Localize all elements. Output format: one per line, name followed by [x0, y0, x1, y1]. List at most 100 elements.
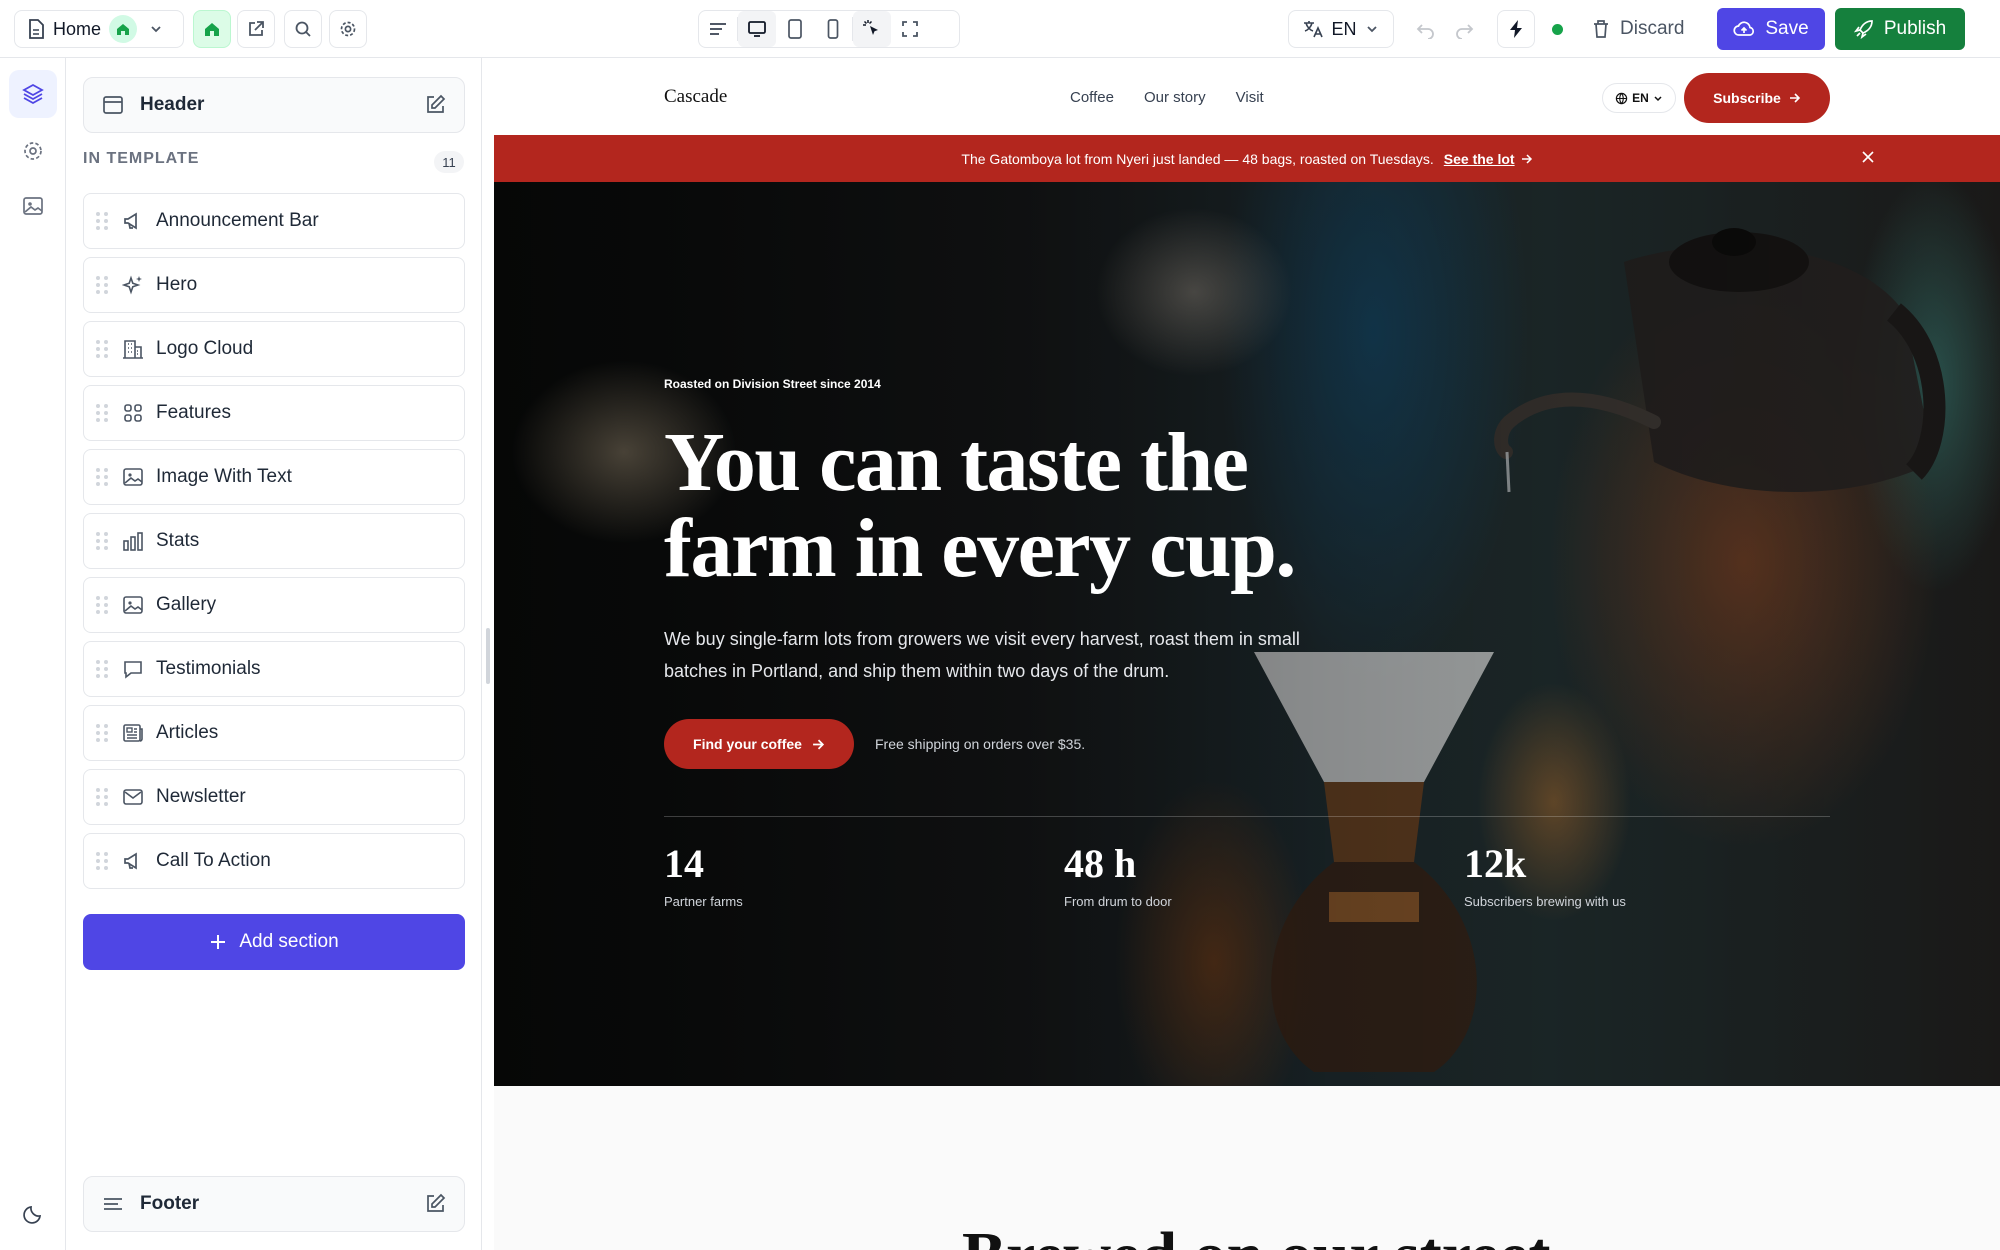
section-item-logo-cloud[interactable]: Logo Cloud: [83, 321, 465, 377]
shipping-note: Free shipping on orders over $35.: [875, 736, 1086, 752]
footer-label: Footer: [140, 1193, 200, 1214]
section-label: Articles: [156, 722, 219, 743]
section-item-testimonials[interactable]: Testimonials: [83, 641, 465, 697]
lightning-icon: [1510, 20, 1522, 38]
search-button[interactable]: [284, 10, 322, 48]
header-group[interactable]: Header: [83, 77, 465, 133]
drag-handle-icon[interactable]: [96, 659, 110, 679]
redo-icon: [1456, 24, 1474, 39]
section-item-image-with-text[interactable]: Image With Text: [83, 449, 465, 505]
stat-label: Subscribers brewing with us: [1464, 894, 1626, 909]
section-item-announcement-bar[interactable]: Announcement Bar: [83, 193, 465, 249]
sections-tab[interactable]: [9, 70, 57, 118]
announcement-link[interactable]: See the lot: [1444, 151, 1515, 167]
moon-icon: [23, 1206, 41, 1224]
redo-button[interactable]: [1448, 14, 1480, 46]
home-icon: [117, 24, 130, 35]
theme-settings-tab[interactable]: [9, 127, 57, 175]
site-logo[interactable]: Cascade: [664, 86, 727, 108]
edit-icon[interactable]: [424, 1193, 446, 1215]
text-align-icon: [710, 23, 726, 35]
page-icon: [29, 19, 44, 39]
hero-eyebrow: Roasted on Division Street since 2014: [664, 377, 881, 391]
newspaper-icon: [123, 724, 143, 742]
drag-handle-icon[interactable]: [96, 531, 110, 551]
section-item-features[interactable]: Features: [83, 385, 465, 441]
fullscreen-button[interactable]: [891, 11, 929, 47]
status-dot: [1552, 24, 1563, 35]
nav-link-our-story[interactable]: Our story: [1144, 89, 1206, 106]
drag-handle-icon[interactable]: [96, 339, 110, 359]
site-nav: Coffee Our story Visit: [1070, 89, 1264, 106]
drag-handle-icon[interactable]: [96, 467, 110, 487]
undo-icon: [1416, 24, 1434, 39]
desktop-view-button[interactable]: [738, 11, 776, 47]
section-item-newsletter[interactable]: Newsletter: [83, 769, 465, 825]
hero-title-line: You can taste the: [664, 416, 1249, 509]
external-link-icon: [249, 21, 264, 36]
section-label: Logo Cloud: [156, 338, 254, 359]
search-icon: [295, 21, 311, 37]
home-page-button[interactable]: [193, 10, 231, 48]
subscribe-button[interactable]: Subscribe: [1684, 73, 1830, 123]
hero-title: You can taste the farm in every cup.: [664, 420, 1564, 592]
section-item-stats[interactable]: Stats: [83, 513, 465, 569]
save-button[interactable]: Save: [1717, 8, 1825, 50]
stat-label: Partner farms: [664, 894, 743, 909]
publish-button[interactable]: Publish: [1835, 8, 1965, 50]
grid-icon: [124, 404, 142, 422]
nav-link-coffee[interactable]: Coffee: [1070, 89, 1114, 106]
settings-button[interactable]: [329, 10, 367, 48]
panel-resize-handle[interactable]: [486, 628, 490, 684]
desktop-icon: [748, 21, 766, 37]
drag-handle-icon[interactable]: [96, 211, 110, 231]
site-language-selector[interactable]: EN: [1602, 83, 1676, 113]
sparkles-icon: [122, 275, 142, 295]
footer-group[interactable]: Footer: [83, 1176, 465, 1232]
language-selector[interactable]: EN: [1288, 10, 1394, 48]
section-label: Gallery: [156, 594, 217, 615]
close-icon[interactable]: [1860, 149, 1876, 165]
drag-handle-icon[interactable]: [96, 787, 110, 807]
interact-mode-button[interactable]: [853, 11, 891, 47]
media-tab[interactable]: [9, 182, 57, 230]
section-item-hero[interactable]: Hero: [83, 257, 465, 313]
section-item-articles[interactable]: Articles: [83, 705, 465, 761]
add-section-button[interactable]: Add section: [83, 914, 465, 970]
sections-panel: Header IN TEMPLATE 11 Announcement Bar H…: [66, 58, 482, 1250]
section-item-gallery[interactable]: Gallery: [83, 577, 465, 633]
trash-icon: [1594, 20, 1608, 38]
discard-button[interactable]: Discard: [1592, 10, 1684, 48]
page-selector[interactable]: Home: [14, 10, 184, 48]
find-coffee-button[interactable]: Find your coffee: [664, 719, 854, 769]
editor-toolbar: Home EN Discard Save Publish: [0, 0, 2000, 58]
mobile-view-button[interactable]: [814, 11, 852, 47]
translate-icon: [1304, 21, 1324, 38]
open-external-button[interactable]: [237, 10, 275, 48]
mobile-icon: [827, 19, 839, 39]
section-label: Features: [156, 402, 231, 423]
drag-handle-icon[interactable]: [96, 275, 110, 295]
drag-handle-icon[interactable]: [96, 403, 110, 423]
home-icon: [205, 23, 219, 36]
outline-toggle[interactable]: [699, 11, 737, 47]
nav-link-visit[interactable]: Visit: [1236, 89, 1264, 106]
undo-button[interactable]: [1410, 14, 1442, 46]
announcement-text: The Gatomboya lot from Nyeri just landed…: [961, 150, 1434, 167]
globe-icon: [1615, 92, 1628, 104]
stat-subscribers: 12k Subscribers brewing with us: [1464, 842, 1626, 910]
tablet-view-button[interactable]: [776, 11, 814, 47]
drag-handle-icon[interactable]: [96, 851, 110, 871]
section-label: Hero: [156, 274, 198, 295]
stat-label: From drum to door: [1064, 894, 1172, 909]
dark-mode-toggle[interactable]: [9, 1190, 57, 1238]
section-item-call-to-action[interactable]: Call To Action: [83, 833, 465, 889]
chevron-down-icon: [151, 26, 161, 33]
drag-handle-icon[interactable]: [96, 595, 110, 615]
drag-handle-icon[interactable]: [96, 723, 110, 743]
section-count-badge: 11: [434, 151, 464, 173]
edit-icon[interactable]: [424, 94, 446, 116]
live-mode-button[interactable]: [1497, 10, 1535, 48]
section-label: Announcement Bar: [156, 210, 319, 231]
section-label: Call To Action: [156, 850, 271, 871]
